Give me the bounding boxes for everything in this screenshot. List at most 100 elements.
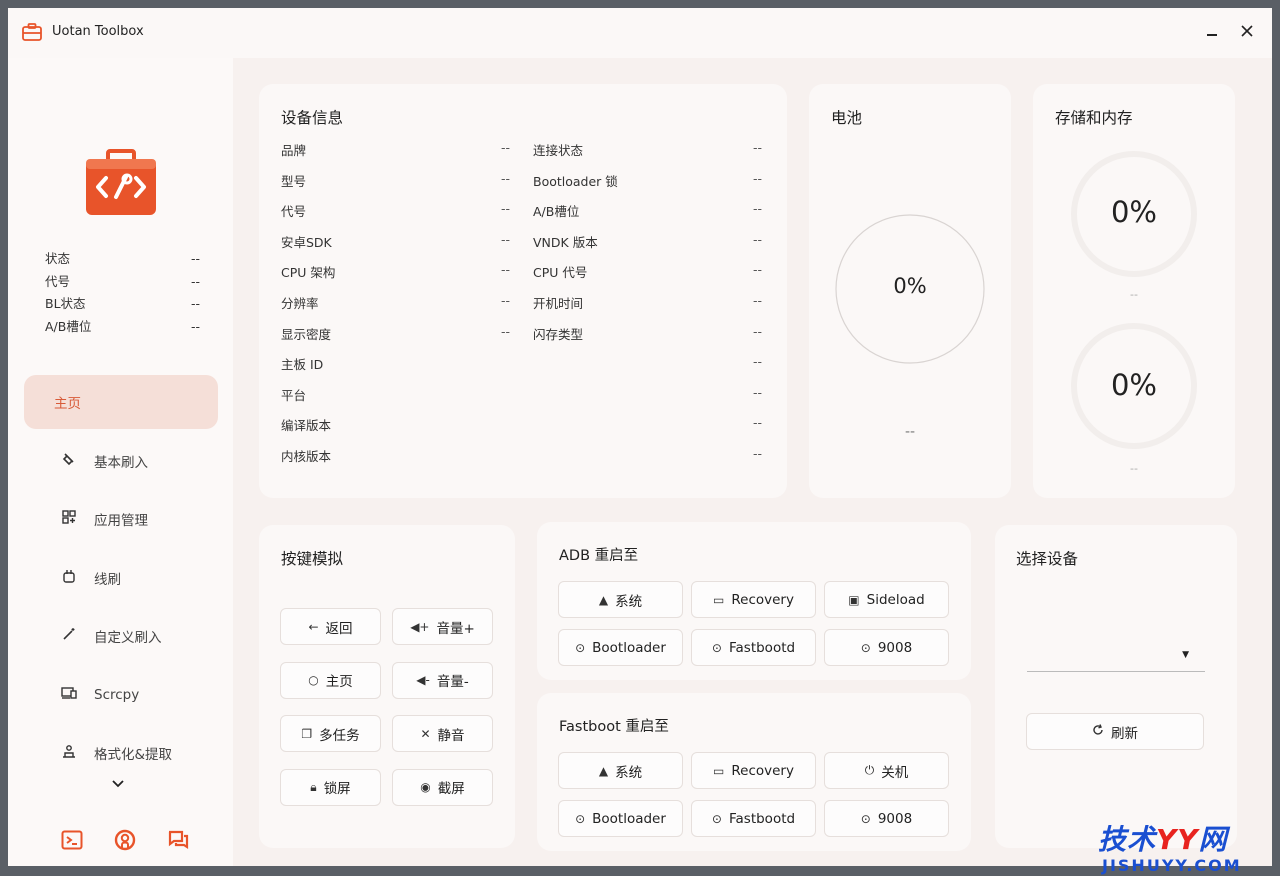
- github-icon[interactable]: [113, 828, 137, 852]
- codename-value: --: [190, 273, 200, 289]
- watermark-prefix: 技术: [1098, 823, 1157, 856]
- volume-down-icon: ◀-: [416, 673, 430, 687]
- reboot-icon: ⊙: [575, 640, 586, 655]
- key-button-label: 锁屏: [323, 781, 351, 797]
- reboot-button-label: Fastbootd: [728, 810, 796, 827]
- reboot-button[interactable]: ▭ Recovery: [691, 752, 816, 789]
- device-info-label: 编译版本: [281, 418, 332, 434]
- select-device-card: 选择设备 刷新: [995, 525, 1237, 848]
- key-simulation-title: 按键模拟: [281, 550, 344, 568]
- memory-detail: --: [1130, 462, 1138, 475]
- key-button[interactable]: ◀- 音量-: [392, 661, 493, 699]
- key-button[interactable]: ○ 主页: [280, 661, 381, 699]
- memory-percent: 0%: [1110, 368, 1157, 402]
- device-info-value: --: [753, 140, 763, 155]
- nav-item-basic-flash[interactable]: 基本刷入: [24, 434, 218, 488]
- reboot-button[interactable]: ▣ Sideload: [824, 581, 949, 618]
- device-info-label: 主板 ID: [281, 357, 324, 373]
- reboot-button[interactable]: ⊙ 9008: [824, 800, 949, 837]
- key-button[interactable]: ◀+ 音量+: [392, 608, 493, 645]
- reboot-button-label: Recovery: [731, 591, 794, 608]
- device-info-label: 闪存类型: [533, 326, 584, 342]
- device-info-value: --: [753, 231, 763, 247]
- nav-label: 自定义刷入: [94, 630, 162, 646]
- minimize-button[interactable]: [1198, 20, 1226, 46]
- android-icon: ▲: [598, 592, 609, 607]
- refresh-icon: [1092, 724, 1104, 739]
- reboot-button-label: 系统: [615, 593, 643, 610]
- reboot-button[interactable]: ⊙ 9008: [824, 629, 949, 666]
- site-watermark: 技术YY网 JISHUYY.COM: [1098, 818, 1278, 876]
- battery-detail: --: [904, 424, 916, 440]
- screen-mirror-icon: [58, 686, 80, 704]
- device-info-label: A/B槽位: [533, 204, 580, 220]
- reboot-button[interactable]: ▲ 系统: [558, 581, 683, 618]
- android-icon: ▲: [598, 763, 609, 778]
- key-button[interactable]: ◉ 截屏: [392, 768, 493, 806]
- status-label: 状态: [45, 251, 71, 266]
- nav-expand-button[interactable]: [112, 776, 124, 792]
- caret-down-icon: ▼: [1182, 650, 1189, 660]
- chat-icon[interactable]: [166, 828, 190, 852]
- device-info-value: --: [501, 170, 511, 186]
- multitask-icon: ❐: [301, 726, 313, 741]
- terminal-icon[interactable]: [60, 828, 84, 852]
- key-button-label: 返回: [325, 620, 353, 637]
- device-info-value: --: [753, 384, 763, 400]
- key-button-label: 音量-: [436, 674, 469, 690]
- device-info-value: --: [753, 201, 763, 217]
- key-button-label: 主页: [325, 674, 353, 690]
- device-select-dropdown[interactable]: ▼: [1027, 646, 1205, 672]
- nav-label: 线刷: [94, 571, 121, 588]
- device-info-label: 分辨率: [281, 296, 319, 311]
- watermark-domain: JISHUYY.COM: [1102, 856, 1242, 875]
- key-button[interactable]: ← 返回: [280, 608, 381, 645]
- arrow-left-icon: ←: [308, 619, 319, 634]
- app-logo-icon: [86, 149, 156, 215]
- reboot-button-label: Fastbootd: [728, 639, 796, 656]
- reboot-button[interactable]: ▲ 系统: [558, 752, 683, 789]
- reboot-button-label: Bootloader: [592, 639, 666, 656]
- device-info-value: --: [753, 446, 763, 461]
- nav-item-format-extract[interactable]: 格式化&提取: [24, 726, 218, 780]
- key-button[interactable]: 🔒︎ 锁屏: [280, 768, 381, 806]
- select-device-title: 选择设备: [1016, 550, 1079, 568]
- reboot-button-label: 9008: [877, 810, 913, 827]
- storage-percent: 0%: [1110, 195, 1157, 229]
- reboot-button-label: Bootloader: [592, 810, 666, 827]
- refresh-button[interactable]: 刷新: [1026, 713, 1204, 750]
- reboot-button-label: 9008: [877, 639, 913, 656]
- storage-memory-card: 存储和内存 0% -- 0% --: [1033, 84, 1235, 498]
- reboot-button[interactable]: ⊙ Fastbootd: [691, 800, 816, 837]
- sidebar-footer: [60, 828, 190, 852]
- mute-icon: ✕: [420, 726, 431, 741]
- reboot-button-label: 关机: [881, 764, 909, 781]
- device-info-label: CPU 架构: [281, 265, 336, 281]
- reboot-button[interactable]: ⊙ Bootloader: [558, 800, 683, 837]
- close-icon: [1241, 25, 1253, 37]
- reboot-button[interactable]: ▭ Recovery: [691, 581, 816, 618]
- wand-icon: [58, 627, 80, 645]
- nav-item-home[interactable]: 主页: [24, 375, 218, 429]
- sidebar: 状态 -- 代号 -- BL状态 -- A/B槽位 -- 主页 基本刷入 应用管理: [8, 58, 233, 866]
- close-button[interactable]: [1233, 20, 1261, 46]
- key-button[interactable]: ✕ 静音: [392, 715, 493, 752]
- watermark-yy: YY: [1156, 823, 1199, 856]
- nav-item-custom-flash[interactable]: 自定义刷入: [24, 609, 218, 663]
- device-info-value: --: [501, 140, 511, 155]
- reboot-button[interactable]: ⊙ Bootloader: [558, 629, 683, 666]
- fastboot-reboot-title: Fastboot 重启至: [559, 719, 669, 735]
- toolbox-icon: [22, 23, 42, 41]
- device-info-value: --: [753, 293, 763, 308]
- nav-item-line-flash[interactable]: 线刷: [24, 551, 218, 605]
- nav-item-scrcpy[interactable]: Scrcpy: [24, 668, 218, 722]
- monitor-icon: ▭: [713, 763, 725, 778]
- nav-item-app-management[interactable]: 应用管理: [24, 492, 218, 546]
- nav-label: 基本刷入: [94, 454, 148, 471]
- reboot-button[interactable]: ⊙ Fastbootd: [691, 629, 816, 666]
- device-info-label: CPU 代号: [533, 265, 588, 281]
- reboot-button[interactable]: ⏻ 关机: [824, 752, 949, 789]
- status-value: --: [190, 251, 200, 266]
- reboot-icon: ⊙: [860, 811, 871, 826]
- key-button[interactable]: ❐ 多任务: [280, 715, 381, 752]
